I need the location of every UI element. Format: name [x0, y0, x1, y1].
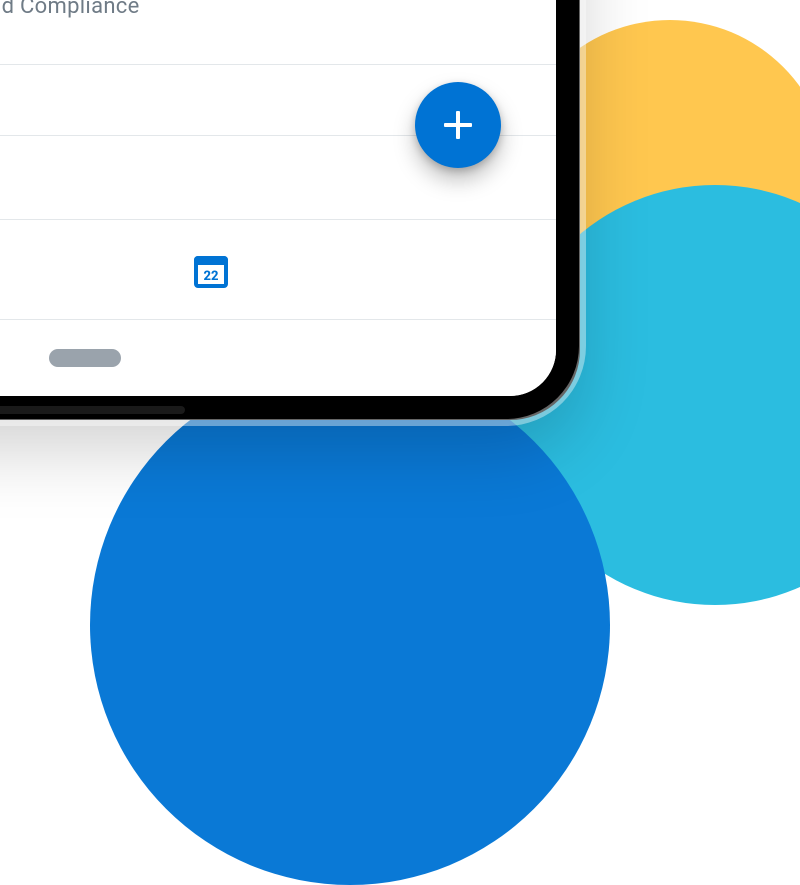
- nav-home-pill[interactable]: [49, 349, 121, 367]
- bottom-app-bar: 22: [0, 224, 556, 320]
- android-nav-bar: [0, 319, 556, 396]
- phone-screen: X1050 Launch Team / Legal and Compliance…: [0, 0, 556, 396]
- phone-speaker-slot: [0, 406, 185, 414]
- event-location-row: X1050 Launch Team / Legal and Compliance: [0, 0, 556, 19]
- calendar-icon: 22: [194, 256, 228, 288]
- calendar-button[interactable]: 22: [190, 251, 232, 293]
- bg-circle-blue: [90, 365, 610, 885]
- new-event-fab[interactable]: [415, 82, 501, 168]
- plus-icon: [441, 108, 475, 142]
- phone-frame: X1050 Launch Team / Legal and Compliance…: [0, 0, 580, 420]
- event-location-text: X1050 Launch Team / Legal and Compliance: [0, 0, 140, 19]
- calendar-date-number: 22: [204, 270, 219, 283]
